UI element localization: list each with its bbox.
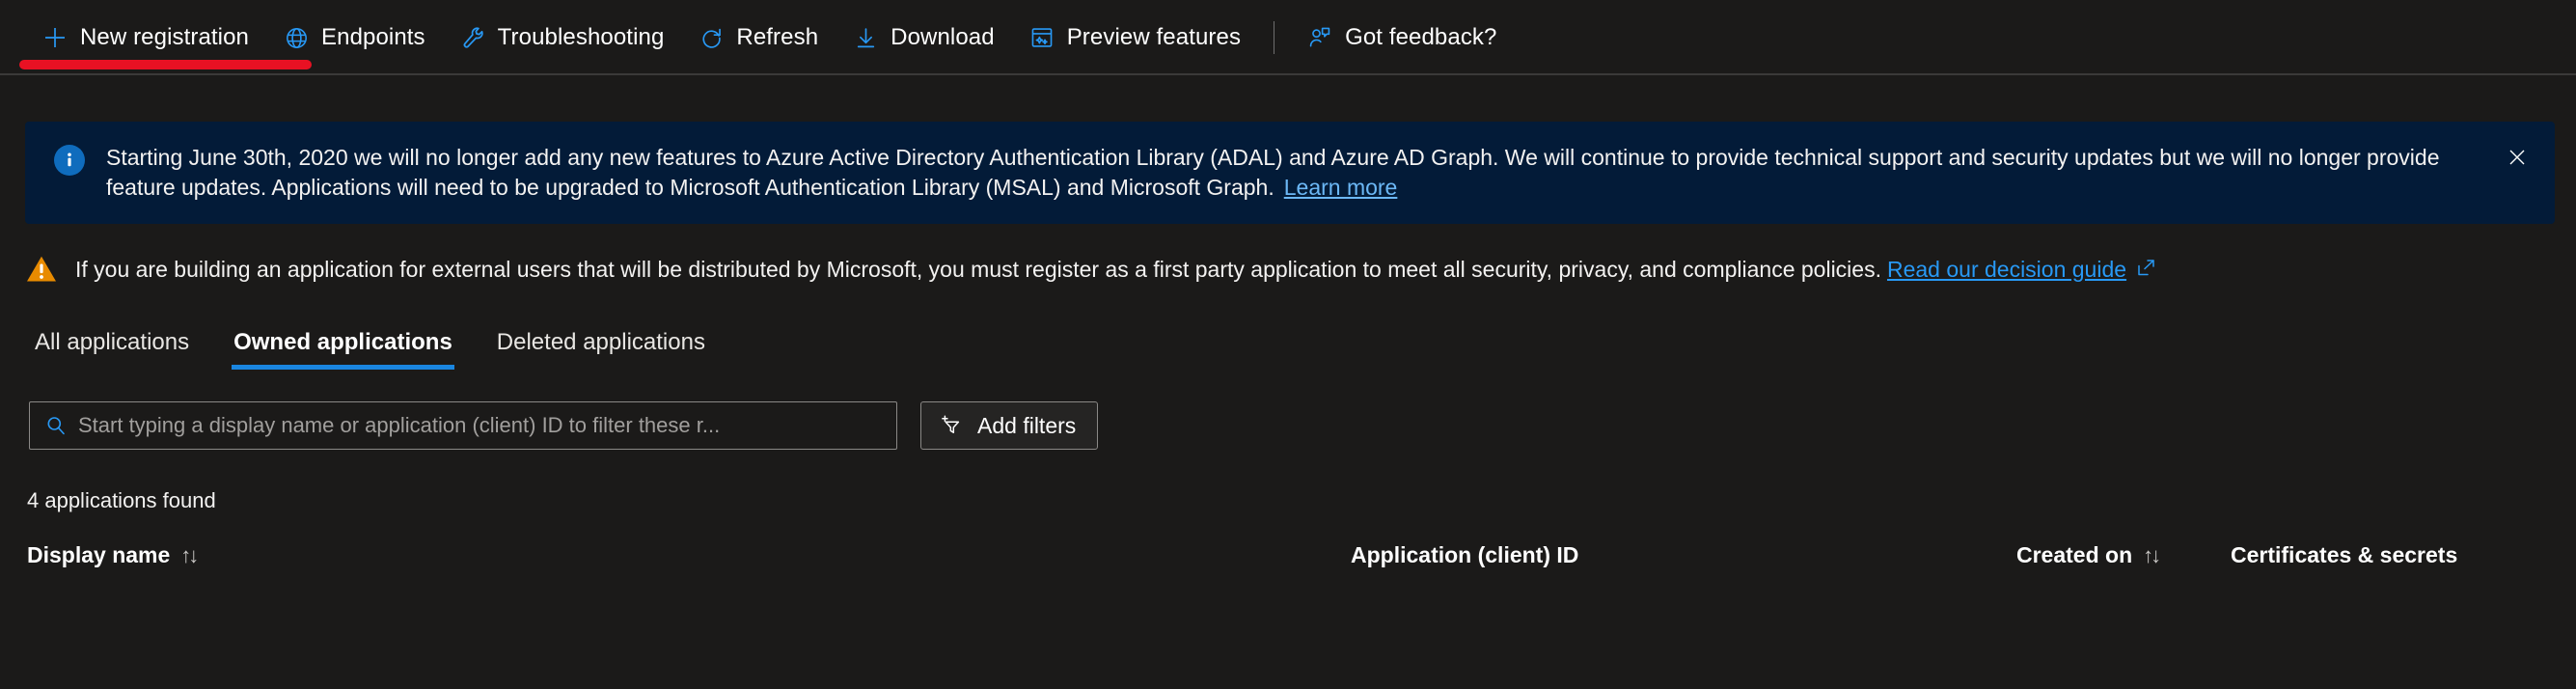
column-header-application-client-id-label: Application (client) ID [1351,542,1578,568]
command-endpoints-label: Endpoints [321,24,425,51]
wrench-icon [460,25,485,50]
sort-icon: ↑↓ [2143,543,2158,568]
search-input[interactable] [78,413,883,438]
search-icon [43,413,69,438]
external-link-icon [2135,258,2156,279]
application-scope-tabs: All applications Owned applications Dele… [23,323,2576,370]
result-count: 4 applications found [27,488,2576,513]
search-box[interactable] [29,401,897,450]
applications-table-header: Display name ↑↓ Application (client) ID … [0,542,2576,583]
add-filters-button[interactable]: Add filters [920,401,1098,450]
command-new-registration-label: New registration [80,24,249,51]
command-got-feedback[interactable]: Got feedback? [1290,10,1514,66]
warning-message: If you are building an application for e… [75,257,1881,282]
command-bar-rule [0,73,2576,75]
command-download[interactable]: Download [836,10,1012,66]
column-header-application-client-id: Application (client) ID [1351,542,1578,568]
command-troubleshooting[interactable]: Troubleshooting [443,10,682,66]
first-party-warning-row: If you are building an application for e… [25,250,2576,289]
info-banner-text: Starting June 30th, 2020 we will no long… [106,143,2451,203]
command-download-label: Download [891,24,995,51]
command-preview-features-label: Preview features [1067,24,1241,51]
read-decision-guide-link[interactable]: Read our decision guide [1887,257,2126,282]
learn-more-link[interactable]: Learn more [1284,175,1398,200]
command-troubleshooting-label: Troubleshooting [498,24,665,51]
plus-icon [42,25,68,50]
close-icon[interactable] [2501,141,2534,174]
command-new-registration[interactable]: New registration [25,10,266,66]
feedback-person-icon [1307,25,1332,50]
info-icon [54,145,85,176]
column-header-created-on[interactable]: Created on ↑↓ [2016,542,2158,568]
command-got-feedback-label: Got feedback? [1345,24,1496,51]
tab-deleted-applications[interactable]: Deleted applications [485,323,717,370]
refresh-icon [699,25,724,50]
download-icon [853,25,878,50]
command-bar: New registration Endpoints Troubleshooti… [0,0,2576,75]
command-refresh[interactable]: Refresh [681,10,836,66]
add-filters-label: Add filters [977,413,1076,439]
column-header-display-name[interactable]: Display name ↑↓ [27,542,196,568]
info-banner-message: Starting June 30th, 2020 we will no long… [106,145,2439,200]
adal-deprecation-info-banner: Starting June 30th, 2020 we will no long… [25,122,2555,224]
column-header-created-on-label: Created on [2016,542,2132,568]
globe-icon [284,25,309,50]
column-header-certificates-secrets-label: Certificates & secrets [2231,542,2457,568]
sort-icon: ↑↓ [180,543,196,568]
preview-features-icon [1029,25,1055,50]
command-endpoints[interactable]: Endpoints [266,10,443,66]
tab-all-applications[interactable]: All applications [23,323,201,370]
tab-deleted-applications-label: Deleted applications [497,329,705,355]
add-filter-icon [939,412,966,439]
command-preview-features[interactable]: Preview features [1012,10,1258,66]
column-header-certificates-secrets: Certificates & secrets [2231,542,2457,568]
tab-owned-applications-label: Owned applications [233,329,452,355]
warning-triangle-icon [25,253,58,286]
filter-row: Add filters [29,401,2576,450]
tab-owned-applications[interactable]: Owned applications [222,323,464,370]
command-refresh-label: Refresh [736,24,818,51]
column-header-display-name-label: Display name [27,542,170,568]
warning-text: If you are building an application for e… [75,257,2156,283]
tab-all-applications-label: All applications [35,329,189,355]
